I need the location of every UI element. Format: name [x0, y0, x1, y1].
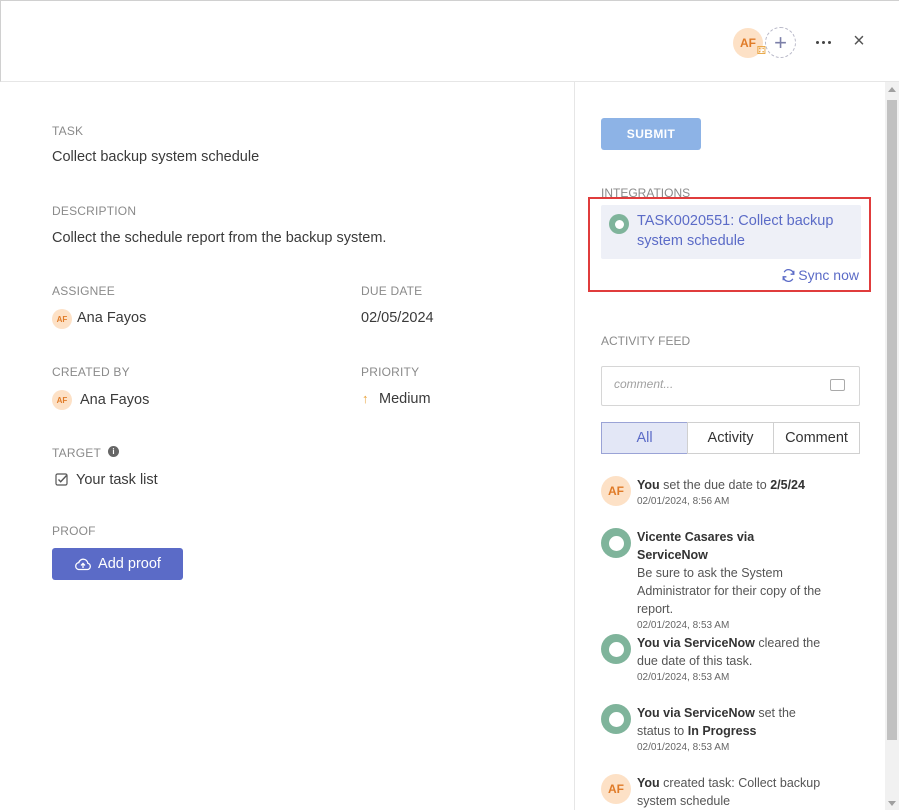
sidebar-panel: SUBMIT INTEGRATIONS TASK0020551: Collect… [576, 82, 885, 810]
assignee-name[interactable]: Ana Fayos [77, 310, 146, 326]
feed-timestamp: 02/01/2024, 8:53 AM [637, 672, 730, 683]
task-details-panel: TASK Collect backup system schedule DESC… [0, 82, 575, 810]
integration-link[interactable]: TASK0020551: Collect backup system sched… [637, 211, 837, 251]
due-date-value[interactable]: 02/05/2024 [361, 310, 434, 326]
integration-card[interactable]: TASK0020551: Collect backup system sched… [601, 205, 861, 259]
feed-tabs: All Activity Comment [601, 422, 860, 454]
description-label: DESCRIPTION [52, 204, 137, 218]
owner-avatar-initials: AF [740, 36, 756, 50]
priority-value[interactable]: Medium [379, 391, 431, 407]
feed-text: You created task: Collect backup system … [637, 776, 821, 808]
integration-highlight: TASK0020551: Collect backup system sched… [588, 197, 871, 292]
servicenow-avatar [601, 704, 631, 734]
info-icon[interactable]: i [108, 446, 119, 457]
feed-text: You via ServiceNow set the status to In … [637, 704, 827, 756]
close-icon: × [853, 30, 865, 52]
owner-avatar[interactable]: AF ⚃ [733, 28, 766, 58]
comment-field[interactable] [601, 366, 860, 406]
servicenow-avatar [601, 634, 631, 664]
sync-now-button[interactable]: Sync now [781, 267, 859, 283]
close-button[interactable]: × [849, 31, 869, 51]
cloud-upload-icon [75, 558, 91, 571]
refresh-icon [782, 268, 795, 282]
creator-avatar: AF [52, 390, 72, 410]
feed-timestamp: 02/01/2024, 8:56 AM [637, 496, 730, 507]
scrollbar[interactable] [885, 82, 899, 810]
feed-timestamp: 02/01/2024, 8:53 AM [637, 620, 730, 631]
more-horizontal-icon [815, 40, 819, 44]
proof-label: PROOF [52, 524, 96, 538]
add-proof-label: Add proof [98, 556, 161, 572]
user-avatar: AF [601, 774, 631, 804]
creator-name: Ana Fayos [80, 392, 150, 408]
priority-label: PRIORITY [361, 365, 420, 379]
comment-icon [830, 379, 845, 391]
plus-icon: + [774, 29, 787, 55]
activity-feed-label: ACTIVITY FEED [601, 334, 691, 348]
created-by-label: CREATED BY [52, 365, 130, 379]
user-avatar: AF [601, 476, 631, 506]
add-collaborator-button[interactable]: + [765, 27, 796, 58]
target-value[interactable]: Your task list [76, 472, 158, 488]
task-title: Collect backup system schedule [52, 149, 260, 165]
tab-comment[interactable]: Comment [773, 422, 860, 454]
feed-text: Vicente Casares via ServiceNow Be sure to… [637, 528, 827, 634]
assignee-label: ASSIGNEE [52, 284, 115, 298]
comment-input[interactable] [614, 377, 814, 391]
tab-activity[interactable]: Activity [687, 422, 774, 454]
add-proof-button[interactable]: Add proof [52, 548, 183, 580]
scrollbar-thumb[interactable] [887, 100, 897, 740]
checkbox-icon [55, 473, 68, 486]
feed-text: You via ServiceNow cleared the due date … [637, 634, 827, 686]
due-date-label: DUE DATE [361, 284, 423, 298]
scroll-down-arrow-icon[interactable] [888, 801, 896, 806]
servicenow-icon [609, 214, 629, 234]
more-options-button[interactable] [811, 31, 835, 53]
sync-now-label: Sync now [798, 267, 859, 283]
assignee-avatar: AF [52, 309, 72, 329]
tab-all[interactable]: All [601, 422, 688, 454]
submit-button[interactable]: SUBMIT [601, 118, 701, 150]
feed-timestamp: 02/01/2024, 8:53 AM [637, 742, 730, 753]
scroll-up-arrow-icon[interactable] [888, 87, 896, 92]
description-text: Collect the schedule report from the bac… [52, 230, 387, 246]
header-bar: AF ⚃ + × [0, 0, 899, 82]
feed-text: You set the due date to 2/5/24 02/01/202… [637, 476, 827, 510]
task-label: TASK [52, 124, 84, 138]
arrow-up-icon: ↑ [362, 391, 369, 406]
servicenow-avatar [601, 528, 631, 558]
target-label: TARGET [52, 446, 101, 460]
